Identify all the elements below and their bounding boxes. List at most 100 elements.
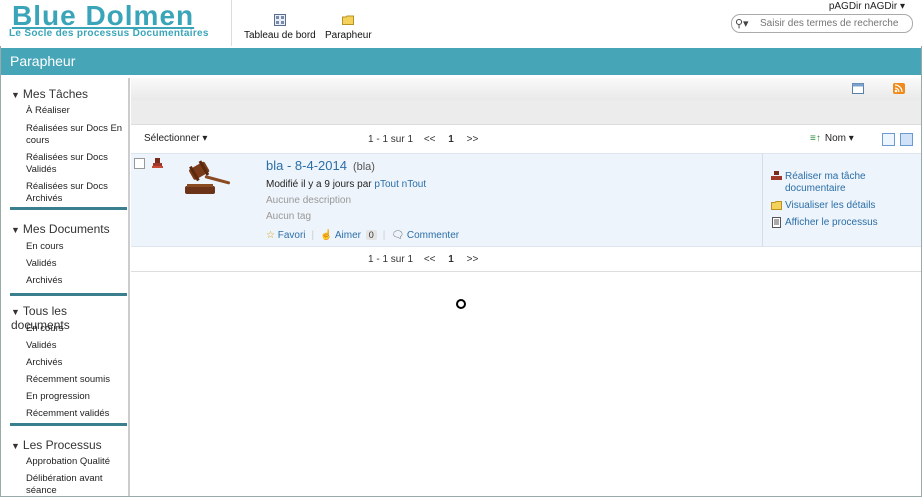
dashboard-icon [273,14,286,26]
sidebar-item-realisees-valides[interactable]: Réalisées sur Docs Validés [26,152,129,176]
section-title: Mes Documents [22,222,110,236]
simple-view-icon[interactable] [882,133,895,146]
sidebar-item-deliberation[interactable]: Délibération avant séance [26,473,129,497]
pager-next[interactable]: >> [467,254,479,265]
document-modified: Modifié il y a 9 jours par pTout nTout [266,179,426,190]
sidebar: ▼ Mes Tâches À Réaliser Réalisées sur Doc… [1,78,130,496]
select-label: Sélectionner [144,133,200,144]
document-title-line: bla - 8-4-2014 (bla) [266,158,375,173]
section-title: Les Processus [22,438,102,452]
sort-label: Nom [824,133,846,144]
nav-dashboard-button[interactable]: Tableau de bord [244,14,316,41]
like-count: 0 [365,230,377,240]
rss-icon[interactable] [893,83,905,94]
section-divider [10,293,127,296]
document-checkbox[interactable] [134,158,145,169]
document-subtoolbar [131,100,921,125]
modified-text: Modifié il y a 9 jours par [266,179,372,190]
sidebar-item-recemment-soumis[interactable]: Récemment soumis [26,374,129,386]
sidebar-item-mes-en-cours[interactable]: En cours [26,241,129,253]
pager-current[interactable]: 1 [448,134,454,145]
action-separator: | [382,230,386,241]
search-icon[interactable]: ⚲▾ [735,17,751,30]
header-divider [231,0,232,46]
chevron-down-icon: ▾ [848,133,854,144]
pager-next[interactable]: >> [467,134,479,145]
page-title-bar: Parapheur [1,48,921,75]
search-box[interactable]: ⚲▾ [731,14,913,33]
sidebar-section-les-processus[interactable]: ▼ Les Processus [11,438,102,452]
document-social-actions: ☆ Favori | ☝ Aimer 0 | 🗨 Commenter [266,230,459,241]
thumbs-up-icon: ☝ [320,230,333,241]
nav-parapheur-label: Parapheur [325,30,372,41]
document-actions-panel: Réaliser ma tâche documentaire Visualise… [762,154,922,246]
user-menu[interactable]: pAGDir nAGDir ▾ [829,1,905,12]
action-label: Réaliser ma tâche documentaire [785,171,866,194]
favorite-button[interactable]: ☆ Favori [266,230,306,241]
like-button[interactable]: ☝ Aimer 0 [320,230,377,241]
action-visualiser-details[interactable]: Visualiser les détails [771,200,875,212]
sidebar-item-recemment-valides[interactable]: Récemment validés [26,408,129,420]
like-label: Aimer [334,230,361,241]
select-dropdown[interactable]: Sélectionner ▾ [144,133,207,144]
favorite-label: Favori [277,230,306,241]
sidebar-item-realisees-archives[interactable]: Réalisées sur Docs Archivés [26,181,129,205]
nav-dashboard-label: Tableau de bord [244,30,316,41]
pager-prev[interactable]: << [424,134,436,145]
sort-ascending-icon: ≡↑ [810,133,821,144]
comment-icon: 🗨 [391,230,405,241]
triangle-down-icon: ▼ [11,90,20,100]
chevron-down-icon: ▾ [202,133,208,144]
sidebar-section-mes-taches[interactable]: ▼ Mes Tâches [11,87,88,101]
nav-parapheur-button[interactable]: Parapheur [325,14,372,41]
triangle-down-icon: ▼ [11,441,20,451]
window-icon[interactable] [852,83,864,94]
sidebar-item-a-realiser[interactable]: À Réaliser [26,105,129,117]
pager-summary: 1 - 1 sur 1 [368,254,414,265]
star-icon: ☆ [266,230,275,241]
list-controls-bottom: 1 - 1 sur 1 << 1 >> [131,247,921,272]
pager-current[interactable]: 1 [448,254,454,265]
chevron-down-icon: ▾ [899,1,905,12]
document-tags: Aucun tag [266,211,312,222]
action-separator: | [311,230,315,241]
modified-by-link[interactable]: pTout nTout [374,179,426,190]
action-afficher-processus[interactable]: Afficher le processus [771,217,878,229]
triangle-down-icon: ▼ [11,307,20,317]
action-label: Visualiser les détails [785,200,876,211]
action-realiser-tache[interactable]: Réaliser ma tâche documentaire [771,171,922,195]
user-name: pAGDir nAGDir [828,1,898,12]
sidebar-item-realisees-en-cours[interactable]: Réalisées sur Docs En cours [26,123,129,147]
document-description: Aucune description [266,195,352,206]
document-subtitle: (bla) [352,161,375,173]
section-divider [10,423,127,426]
sidebar-item-approbation-qualite[interactable]: Approbation Qualité [26,456,129,468]
pager-prev[interactable]: << [424,254,436,265]
sidebar-section-mes-documents[interactable]: ▼ Mes Documents [11,222,110,236]
stamp-icon [771,171,782,180]
pager-summary: 1 - 1 sur 1 [368,134,414,145]
sidebar-item-mes-archives[interactable]: Archivés [26,275,129,287]
document-title-link[interactable]: bla - 8-4-2014 [266,158,347,173]
sort-dropdown[interactable]: ≡↑ Nom ▾ [810,133,854,144]
document-list-item[interactable]: bla - 8-4-2014 (bla) Modifié il y a 9 jou… [131,153,921,247]
page-title: Parapheur [10,53,76,69]
search-input[interactable] [760,16,906,30]
pagination: 1 - 1 sur 1 << 1 >> [368,134,478,145]
mouse-cursor [456,299,466,309]
sidebar-item-tous-valides[interactable]: Validés [26,340,129,352]
sidebar-item-tous-archives[interactable]: Archivés [26,357,129,369]
document-toolbar [131,78,921,100]
sidebar-item-en-progression[interactable]: En progression [26,391,129,403]
section-title: Mes Tâches [22,87,89,101]
folder-details-icon [771,201,782,210]
document-icon [772,217,781,228]
triangle-down-icon: ▼ [11,225,20,235]
gavel-icon [185,160,231,194]
action-label: Afficher le processus [785,217,878,228]
stamp-icon [152,158,163,168]
sidebar-item-tous-en-cours[interactable]: En cours [26,323,129,335]
sidebar-item-mes-valides[interactable]: Validés [26,258,129,270]
comment-button[interactable]: 🗨 Commenter [391,230,459,241]
detailed-view-icon[interactable] [900,133,913,146]
